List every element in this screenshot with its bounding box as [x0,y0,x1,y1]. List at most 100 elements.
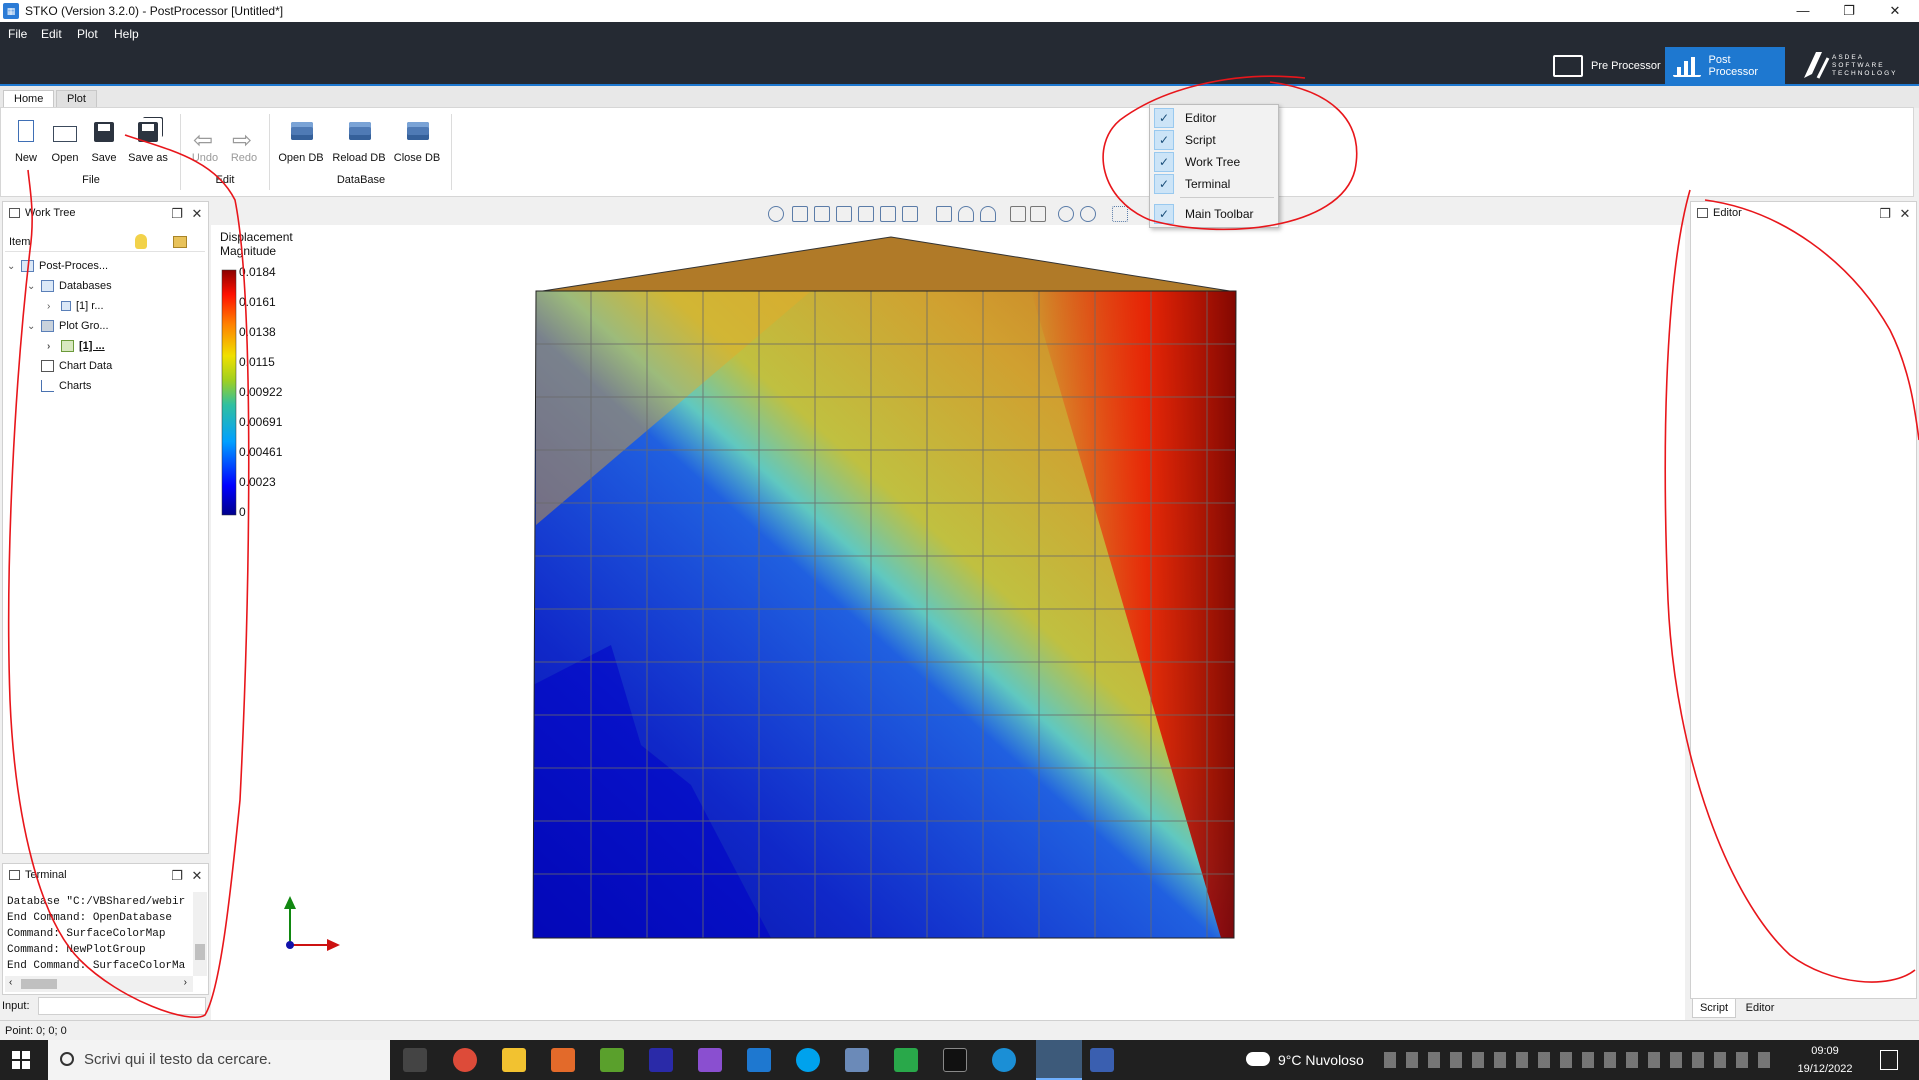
mirror-icon[interactable] [1010,206,1026,222]
zoom-fit-icon[interactable] [1058,206,1074,222]
float-button[interactable]: ❐ [168,203,186,223]
file-explorer-icon[interactable] [502,1048,526,1072]
minimize-button[interactable]: — [1780,0,1826,22]
tab-script[interactable]: Script [1692,999,1736,1018]
tree-item-plot-groups[interactable]: ⌄ Plot Gro... [27,316,109,336]
close-panel-button[interactable]: ✕ [188,865,206,885]
checkmark-icon: ✓ [1154,152,1174,172]
menu-item-editor[interactable]: ✓ Editor [1152,107,1276,129]
stko-taskbar-button[interactable] [1036,1040,1082,1080]
new-button[interactable]: New [6,118,46,164]
lock-icon[interactable] [173,236,187,248]
brand-text: ASDEA SOFTWARE TECHNOLOGY [1832,54,1898,77]
pre-processor-button[interactable]: Pre Processor [1545,47,1669,85]
app-icon[interactable] [845,1048,869,1072]
chrome-icon[interactable] [453,1048,477,1072]
tab-home[interactable]: Home [3,90,55,108]
grid-icon[interactable] [1112,206,1128,222]
tree-icon [9,208,20,218]
viewport[interactable]: Displacement Magnitude 0.0184 0.0161 0.01… [211,225,1685,1025]
redo-icon: ⇨ [232,127,253,154]
ribbon-separator [180,114,181,190]
menu-item-main-toolbar[interactable]: ✓ Main Toolbar [1152,203,1276,225]
editor-tabs: Script Editor [1690,999,1917,1019]
close-db-button[interactable]: Close DB [391,118,443,164]
tree-item-charts[interactable]: Charts [41,376,91,396]
search-icon [60,1052,74,1066]
close-button[interactable]: ✕ [1872,0,1918,22]
app-icon[interactable] [1090,1048,1114,1072]
menu-help[interactable]: Help [114,27,139,41]
windows-start-icon[interactable] [12,1051,30,1069]
open-db-button[interactable]: Open DB [276,118,326,164]
view-front-icon[interactable] [792,206,808,222]
view-bottom-icon[interactable] [902,206,918,222]
visual-studio-icon[interactable] [698,1048,722,1072]
menu-edit[interactable]: Edit [41,27,62,41]
weather[interactable]: 9°C Nuvoloso [1278,1040,1364,1080]
skype-icon[interactable] [796,1048,820,1072]
menu-separator [1180,197,1274,198]
menu-item-work-tree[interactable]: ✓ Work Tree [1152,151,1276,173]
post-processor-button[interactable]: Post Processor [1665,47,1785,85]
terminal-hscrollbar[interactable]: ‹ › [5,976,193,992]
model-mesh [533,291,1236,938]
view-top-icon[interactable] [880,206,896,222]
editor-header: Editor ❐ ✕ [1691,202,1916,224]
chevron-right-icon: › [47,301,51,312]
model-view[interactable] [211,225,1685,1025]
menu-plot[interactable]: Plot [77,27,98,41]
visibility-icon[interactable] [936,206,952,222]
tree-item-plot-group-1[interactable]: › [1] ... [47,336,105,356]
terminal-app-icon[interactable] [943,1048,967,1072]
tree-item-databases[interactable]: ⌄ Databases [27,276,112,296]
close-panel-button[interactable]: ✕ [188,203,206,223]
chevron-right-icon: › [47,341,51,352]
menu-item-terminal[interactable]: ✓ Terminal [1152,173,1276,195]
undo-button[interactable]: ⇦ Undo [185,118,225,164]
view-back-icon[interactable] [814,206,830,222]
taskbar-search[interactable]: Scrivi qui il testo da cercare. [48,1040,390,1080]
column-icon[interactable] [1030,206,1046,222]
open-button[interactable]: Open [45,118,85,164]
axes-triad [284,896,340,951]
save-button[interactable]: Save [84,118,124,164]
asdea-logo: ASDEA SOFTWARE TECHNOLOGY [1800,48,1912,82]
restore-button[interactable]: ❐ [1826,0,1872,22]
tab-editor[interactable]: Editor [1738,999,1782,1018]
model-roof [535,236,1237,293]
clock[interactable]: 09:09 19/12/2022 [1790,1042,1860,1078]
app-icon[interactable] [600,1048,624,1072]
lightbulb-icon[interactable] [135,234,147,249]
database-icon [41,280,54,293]
tree-item-chart-data[interactable]: Chart Data [41,356,112,376]
view-right-icon[interactable] [858,206,874,222]
qc-icon[interactable] [894,1048,918,1072]
tree-item-root[interactable]: ⌄ Post-Proces... [7,256,108,276]
zoom-icon[interactable] [1080,206,1096,222]
float-button[interactable]: ❐ [1876,203,1894,223]
tab-plot[interactable]: Plot [56,90,97,108]
app-icon[interactable] [551,1048,575,1072]
redo-button[interactable]: ⇨ Redo [224,118,264,164]
notifications-icon[interactable] [1880,1050,1898,1070]
show-icon[interactable] [958,206,974,222]
view-left-icon[interactable] [836,206,852,222]
float-button[interactable]: ❐ [168,865,186,885]
close-panel-button[interactable]: ✕ [1896,203,1914,223]
system-tray-icons[interactable] [1384,1052,1774,1068]
terminal-input[interactable] [38,997,206,1015]
reload-db-button[interactable]: Reload DB [331,118,387,164]
app-icon[interactable] [649,1048,673,1072]
edge-icon[interactable] [992,1048,1016,1072]
terminal-vscrollbar[interactable] [193,892,207,976]
task-view-icon[interactable] [403,1048,427,1072]
menu-item-script[interactable]: ✓ Script [1152,129,1276,151]
save-as-button[interactable]: Save as [126,118,170,164]
cloud-icon [1246,1052,1270,1066]
menu-file[interactable]: File [8,27,27,41]
hide-icon[interactable] [980,206,996,222]
outlook-icon[interactable] [747,1048,771,1072]
view-iso-icon[interactable] [768,206,784,222]
tree-item-database-1[interactable]: › [1] r... [47,296,104,316]
